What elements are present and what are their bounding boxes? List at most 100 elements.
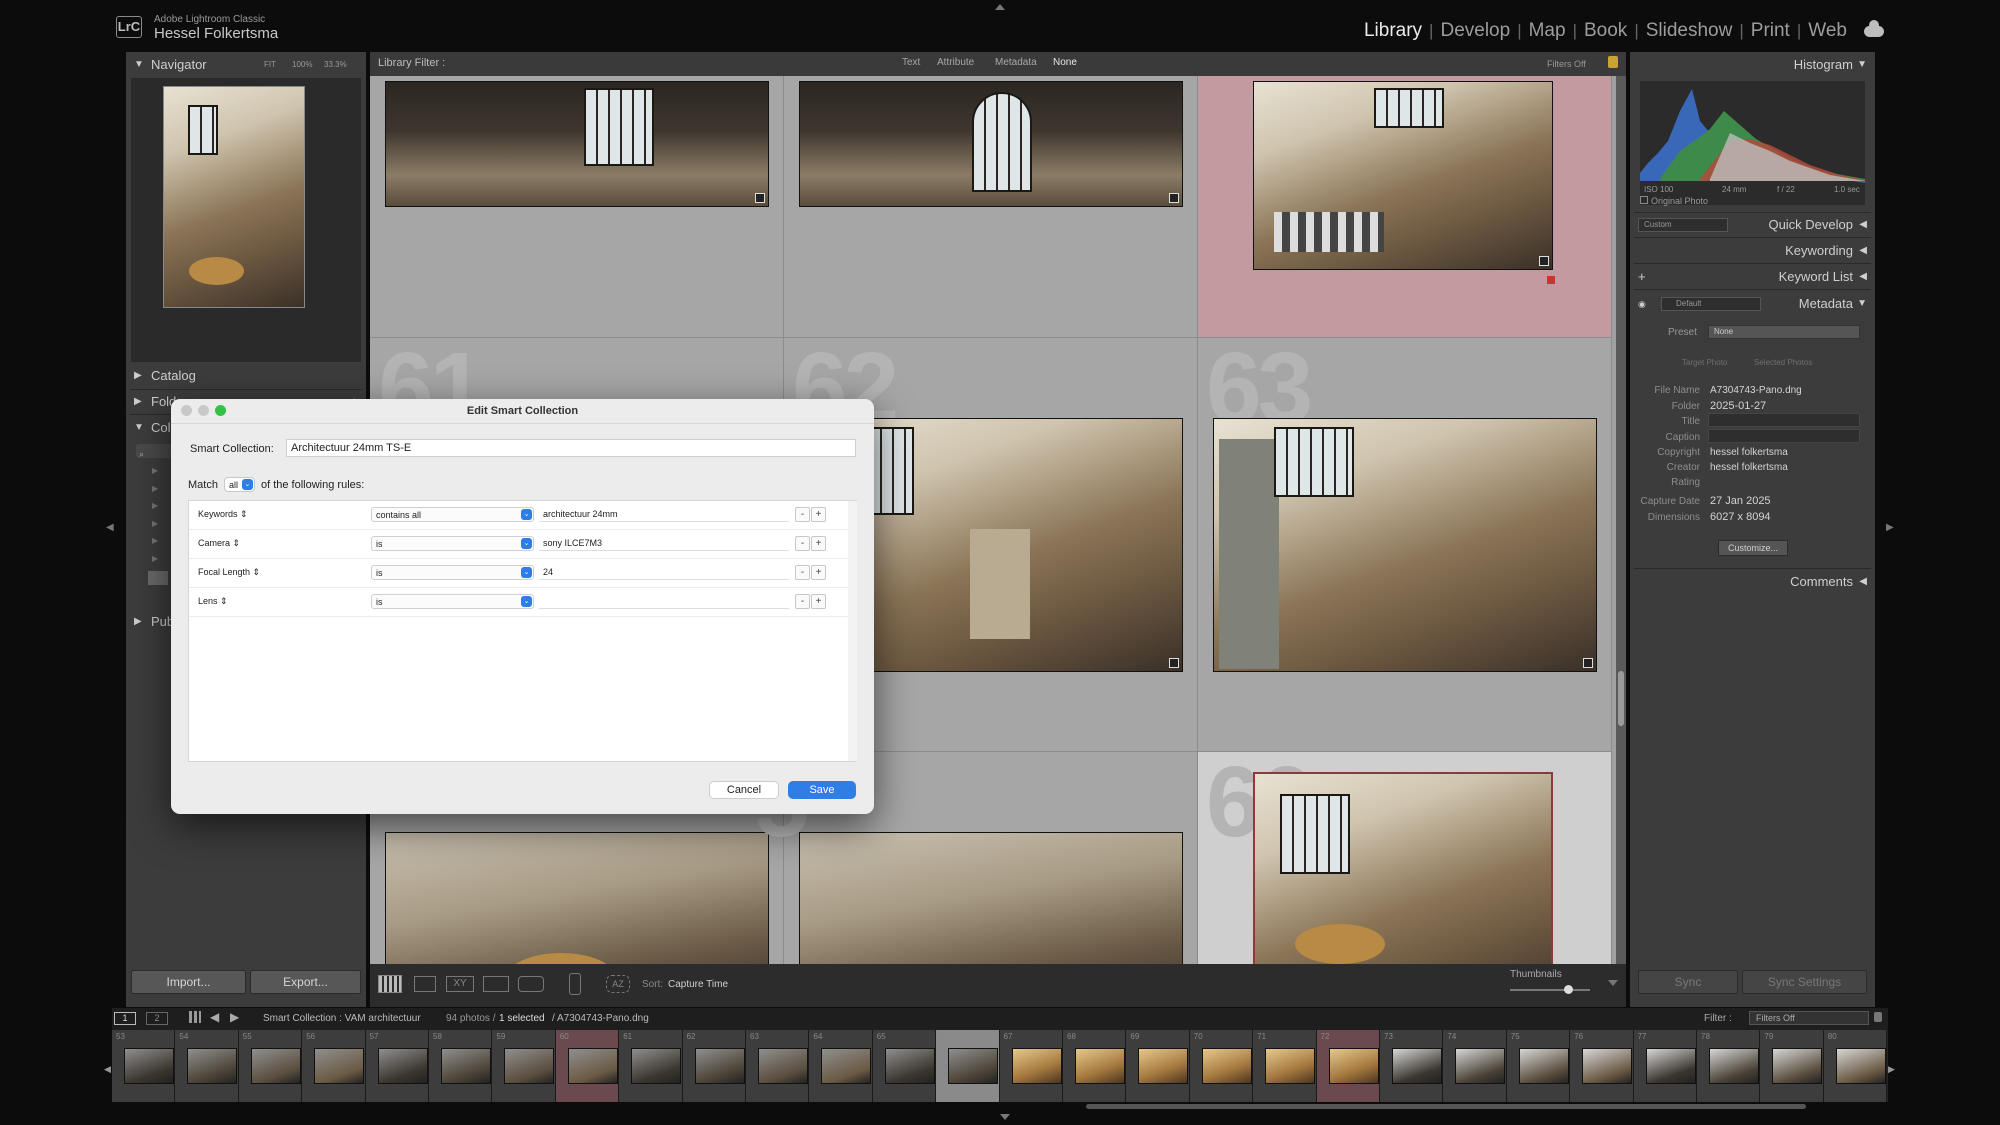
zoom-fit[interactable]: FIT [264,54,276,76]
grid-cell[interactable] [784,76,1198,338]
filmstrip-thumb[interactable]: 76 [1570,1030,1634,1102]
filmstrip-thumb[interactable]: 77 [1633,1030,1697,1102]
filmstrip-thumb[interactable]: 64 [809,1030,873,1102]
rule-operator-select[interactable]: is ⌄ [371,594,534,609]
rule-field-select[interactable]: Focal Length ⇕ [198,567,260,578]
histogram[interactable]: ISO 100 24 mm f / 22 1.0 sec [1640,81,1865,205]
creator-value[interactable]: hessel folkertsma [1710,462,1788,473]
histogram-header[interactable]: Histogram ▼ [1630,54,1875,76]
rule-field-select[interactable]: Camera ⇕ [198,538,240,549]
save-button[interactable]: Save [788,781,856,799]
thumbnail-size-slider-thumb[interactable] [1564,985,1573,994]
filmstrip-thumb[interactable]: 57 [365,1030,429,1102]
zoom-33[interactable]: 33.3% [324,54,347,76]
photo-thumbnail[interactable] [1253,772,1553,964]
photo-thumbnail[interactable] [1213,418,1597,672]
toolbar-menu-icon[interactable] [1608,980,1618,986]
filter-attribute[interactable]: Attribute [937,57,974,68]
rule-value-input[interactable] [539,536,789,551]
compare-view-icon[interactable]: XY [446,976,474,992]
rule-value-input[interactable] [539,507,789,522]
filmstrip-thumb[interactable]: 56 [302,1030,366,1102]
filter-metadata[interactable]: Metadata [995,57,1037,68]
right-panel-toggle-icon[interactable]: ▶ [1886,522,1894,533]
rule-field-select[interactable]: Keywords ⇕ [198,509,248,520]
filmstrip-filter-select[interactable]: Filters Off [1749,1011,1869,1025]
collection-search-field[interactable]: ⌕ [136,444,174,459]
rule-value-input[interactable] [539,565,789,580]
grid-cell-selected[interactable] [1198,76,1612,338]
sync-button[interactable]: Sync [1638,970,1738,994]
metadata-preset-select[interactable]: None [1708,325,1860,339]
navigator-preview[interactable] [131,78,361,362]
filmstrip-thumb[interactable]: 75 [1506,1030,1571,1102]
original-photo-checkbox[interactable]: Original Photo [1640,196,1708,206]
top-panel-toggle-icon[interactable] [995,4,1005,10]
painter-icon[interactable] [569,973,581,995]
file-name-value[interactable]: A7304743-Pano.dng [1710,385,1802,396]
folder-value[interactable]: 2025-01-27 [1710,400,1766,412]
filmstrip-thumb[interactable]: 80 [1823,1030,1888,1102]
module-print[interactable]: Print [1744,20,1797,42]
filmstrip-thumb[interactable]: 54 [175,1030,239,1102]
survey-view-icon[interactable] [483,976,509,992]
sync-settings-button[interactable]: Sync Settings [1742,970,1867,994]
module-web[interactable]: Web [1801,20,1854,42]
grid-view-icon[interactable] [378,975,402,993]
left-panel-toggle-icon[interactable]: ◀ [106,522,114,533]
filmstrip-thumb[interactable]: 71 [1253,1030,1317,1102]
selected-collection-row[interactable] [148,571,168,585]
sort-select[interactable]: Capture Time [668,979,728,990]
metadata-view-select[interactable]: Default [1661,297,1761,311]
filmstrip-thumb[interactable]: 72 [1316,1030,1380,1102]
photo-thumbnail[interactable] [799,81,1183,207]
grid-icon[interactable] [189,1011,201,1023]
rule-value-input[interactable] [539,594,789,609]
filmstrip-thumb[interactable]: 60 [555,1030,620,1102]
filmstrip-thumb[interactable]: 78 [1697,1030,1761,1102]
keyword-list-header[interactable]: + Keyword List ◀ [1630,266,1875,288]
filmstrip-thumb[interactable]: 79 [1760,1030,1824,1102]
grid-cell-current[interactable]: 66 [1198,752,1612,964]
filmstrip-lock-icon[interactable] [1874,1012,1882,1022]
primary-window-button[interactable]: 1 [114,1012,136,1025]
filmstrip-scrollbar[interactable] [1086,1104,1806,1109]
copyright-value[interactable]: hessel folkertsma [1710,447,1788,458]
comments-header[interactable]: Comments ◀ [1630,571,1875,593]
rule-operator-select[interactable]: is ⌄ [371,565,534,580]
module-slideshow[interactable]: Slideshow [1639,20,1740,42]
remove-rule-button[interactable]: - [795,565,810,580]
remove-rule-button[interactable]: - [795,594,810,609]
add-rule-button[interactable]: + [811,507,826,522]
loupe-view-icon[interactable] [414,976,436,992]
add-rule-button[interactable]: + [811,565,826,580]
export-button[interactable]: Export... [250,970,361,994]
filmstrip-right-arrow-icon[interactable]: ▶ [1888,1064,1895,1075]
filmstrip-thumb[interactable]: 73 [1380,1030,1444,1102]
navigator-header[interactable]: ▼ Navigator FIT 100% 33.3% [126,54,366,76]
module-develop[interactable]: Develop [1433,20,1517,42]
add-keyword-icon[interactable]: + [1638,266,1646,288]
photo-thumbnail[interactable] [1253,81,1553,270]
remove-rule-button[interactable]: - [795,536,810,551]
rule-field-select[interactable]: Lens ⇕ [198,596,228,607]
filmstrip-thumb[interactable]: 55 [238,1030,303,1102]
rule-operator-select[interactable]: is ⌄ [371,536,534,551]
zoom-100[interactable]: 100% [292,54,312,76]
filmstrip-source[interactable]: Smart Collection : VAM architectuur [263,1013,421,1024]
grid-cell[interactable]: 63 [1198,338,1612,752]
forward-arrow-icon[interactable]: ▶ [230,1010,239,1024]
photo-thumbnail[interactable] [385,81,769,207]
title-field[interactable] [1708,413,1860,427]
filmstrip-thumb[interactable]: 61 [619,1030,683,1102]
people-view-icon[interactable] [518,976,544,992]
eye-icon[interactable]: ◉ [1638,293,1646,315]
filmstrip-left-arrow-icon[interactable]: ◀ [104,1064,111,1075]
filmstrip-thumb[interactable]: 58 [429,1030,493,1102]
selected-photos-option[interactable]: Selected Photos [1754,358,1812,367]
filmstrip-thumb[interactable]: 53 [112,1030,176,1102]
rule-operator-select[interactable]: contains all ⌄ [371,507,534,522]
photo-thumbnail[interactable] [799,832,1183,964]
cloud-sync-icon[interactable] [1864,19,1884,37]
grid-scrollbar[interactable] [1616,76,1626,964]
